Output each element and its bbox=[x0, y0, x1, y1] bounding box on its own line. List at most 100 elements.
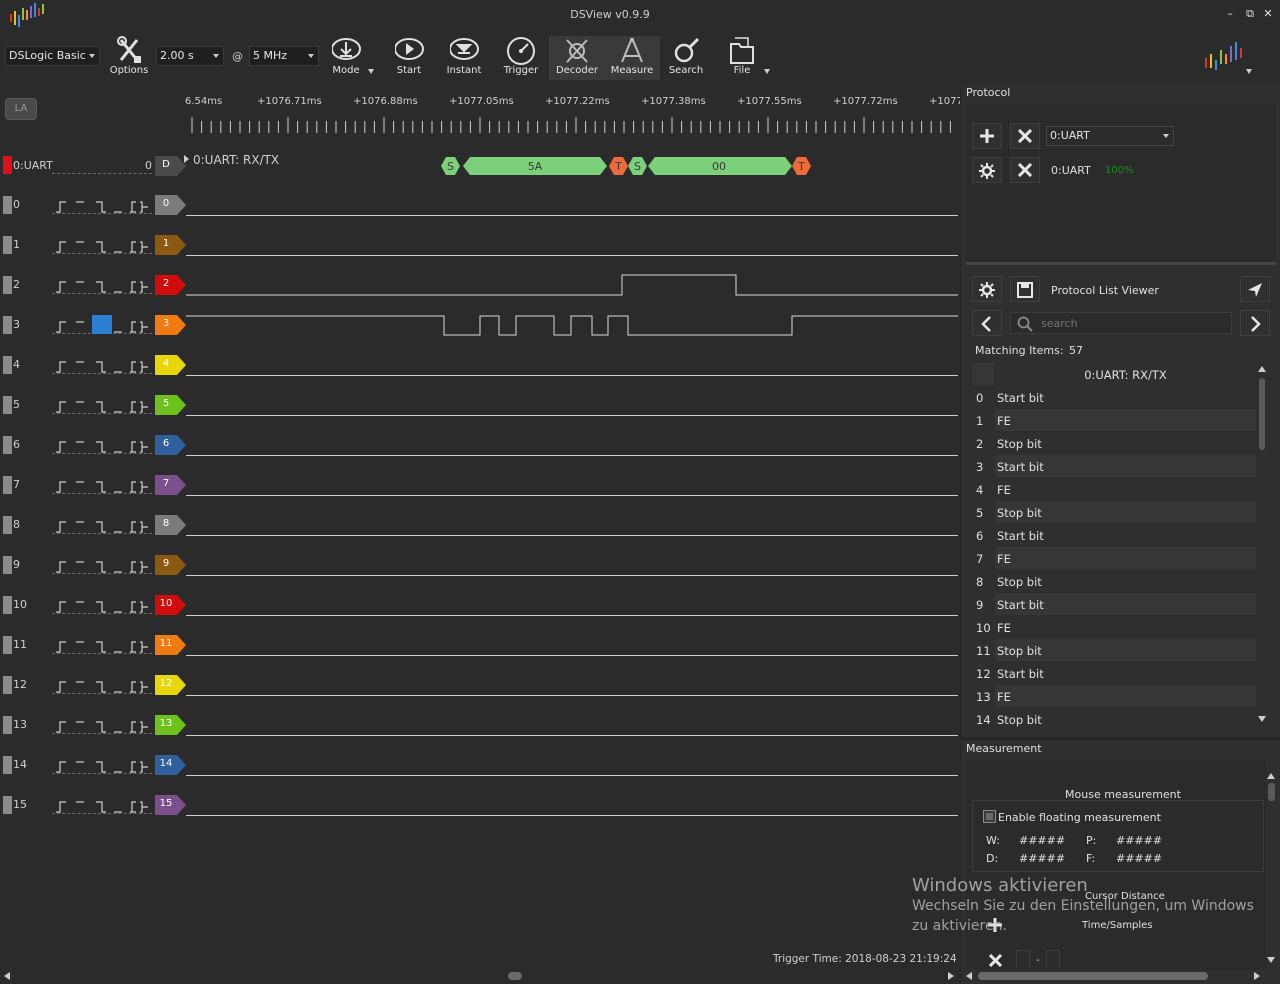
channel-handle[interactable] bbox=[3, 516, 12, 534]
channel-handle[interactable] bbox=[3, 396, 12, 414]
channel-tag[interactable]: 10 bbox=[155, 595, 186, 615]
channel-tag[interactable]: 13 bbox=[155, 715, 186, 735]
list-item[interactable]: 2 Stop bit bbox=[972, 432, 1256, 455]
channel-tag[interactable]: 7 bbox=[155, 475, 186, 495]
list-item[interactable]: 12 Start bit bbox=[972, 662, 1256, 685]
channel-trigger-selector[interactable] bbox=[52, 754, 152, 774]
close-window-button[interactable]: ✕ bbox=[1261, 6, 1275, 22]
list-item[interactable]: 14 Stop bit bbox=[972, 708, 1256, 731]
horizontal-scrollbar[interactable] bbox=[0, 968, 960, 984]
list-item[interactable]: 6 Start bit bbox=[972, 524, 1256, 547]
channel-tag[interactable]: 4 bbox=[155, 355, 186, 375]
la-mode-button[interactable]: LA bbox=[5, 98, 37, 120]
measure-scroll-thumb[interactable] bbox=[1268, 783, 1275, 801]
samplerate-select[interactable]: 5 MHz bbox=[249, 46, 319, 66]
remove-decoder-button[interactable] bbox=[1010, 123, 1040, 149]
floating-measurement-checkbox[interactable] bbox=[983, 810, 996, 823]
list-item[interactable]: 3 Start bit bbox=[972, 455, 1256, 478]
list-scroll-down-icon[interactable] bbox=[1258, 716, 1266, 722]
start-button[interactable]: Start bbox=[381, 36, 437, 80]
channel-trigger-selector[interactable] bbox=[52, 594, 152, 614]
channel-handle[interactable] bbox=[3, 316, 12, 334]
channel-handle[interactable] bbox=[3, 796, 12, 814]
cursor-start-field[interactable] bbox=[1016, 950, 1030, 968]
mode-button[interactable]: Mode bbox=[318, 36, 374, 80]
channel-trigger-selector[interactable] bbox=[52, 554, 152, 574]
channel-trigger-selector[interactable] bbox=[52, 274, 152, 294]
decoder-select[interactable]: 0:UART bbox=[1046, 126, 1174, 146]
list-item[interactable]: 8 Stop bit bbox=[972, 570, 1256, 593]
search-input[interactable] bbox=[1041, 315, 1226, 331]
trigger-button[interactable]: Trigger bbox=[493, 36, 549, 80]
measure-scroll-down-icon[interactable] bbox=[1267, 957, 1275, 963]
decoder-button[interactable]: Decoder bbox=[549, 36, 605, 80]
measure-scroll-left-icon[interactable] bbox=[966, 972, 972, 980]
scroll-left-icon[interactable] bbox=[4, 972, 10, 980]
restore-button[interactable]: ⧉ bbox=[1243, 6, 1257, 22]
options-button[interactable]: Options bbox=[101, 36, 157, 80]
channel-handle[interactable] bbox=[3, 436, 12, 454]
channel-handle[interactable] bbox=[3, 356, 12, 374]
list-item[interactable]: 10 FE bbox=[972, 616, 1256, 639]
channel-trigger-selector[interactable] bbox=[52, 394, 152, 414]
list-item[interactable]: 13 FE bbox=[972, 685, 1256, 708]
list-item[interactable]: 11 Stop bit bbox=[972, 639, 1256, 662]
list-item[interactable]: 1 FE bbox=[972, 409, 1256, 432]
measure-scroll-up-icon[interactable] bbox=[1267, 773, 1275, 779]
measure-hscrollbar[interactable] bbox=[962, 968, 1266, 984]
channel-tag[interactable]: 6 bbox=[155, 435, 186, 455]
channel-handle[interactable] bbox=[3, 556, 12, 574]
channel-trigger-selector[interactable] bbox=[52, 474, 152, 494]
duration-select[interactable]: 2.00 s bbox=[156, 46, 224, 66]
minimize-button[interactable]: – bbox=[1223, 6, 1237, 22]
channel-trigger-selector[interactable] bbox=[52, 514, 152, 534]
file-button[interactable]: File bbox=[714, 36, 770, 80]
list-scroll-thumb[interactable] bbox=[1259, 378, 1265, 450]
decoder-channel-handle[interactable] bbox=[3, 156, 12, 174]
list-scroll-up-icon[interactable] bbox=[1258, 366, 1266, 372]
file-dropdown-arrow-icon[interactable] bbox=[764, 69, 770, 74]
add-decoder-button[interactable] bbox=[972, 123, 1002, 149]
list-item[interactable]: 0 Start bit bbox=[972, 386, 1256, 409]
device-select[interactable]: DSLogic Basic bbox=[5, 46, 100, 66]
channel-tag[interactable]: 8 bbox=[155, 515, 186, 535]
measure-button[interactable]: Measure bbox=[604, 36, 660, 80]
menu-dropdown-arrow-icon[interactable] bbox=[1246, 69, 1252, 74]
channel-handle[interactable] bbox=[3, 276, 12, 294]
list-item[interactable]: 7 FE bbox=[972, 547, 1256, 570]
channel-handle[interactable] bbox=[3, 676, 12, 694]
channel-tag[interactable]: 0 bbox=[155, 195, 186, 215]
channel-tag[interactable]: 15 bbox=[155, 795, 186, 815]
instant-button[interactable]: Instant bbox=[436, 36, 492, 80]
decoder-tag[interactable]: D bbox=[155, 156, 186, 176]
channel-trigger-selector[interactable] bbox=[52, 354, 152, 374]
channel-tag[interactable]: 2 bbox=[155, 275, 186, 295]
collapse-arrow-icon[interactable] bbox=[184, 155, 189, 163]
channel-trigger-selector[interactable] bbox=[52, 634, 152, 654]
channel-handle[interactable] bbox=[3, 636, 12, 654]
list-item[interactable]: 4 FE bbox=[972, 478, 1256, 501]
scroll-thumb[interactable] bbox=[508, 972, 522, 980]
measure-scroll-right-icon[interactable] bbox=[1254, 972, 1260, 980]
save-list-button[interactable] bbox=[1010, 276, 1040, 302]
panel-splitter[interactable] bbox=[966, 262, 1276, 265]
channel-tag[interactable]: 3 bbox=[155, 315, 186, 335]
scroll-right-icon[interactable] bbox=[948, 972, 954, 980]
search-box[interactable] bbox=[1010, 312, 1232, 334]
channel-handle[interactable] bbox=[3, 196, 12, 214]
channel-tag[interactable]: 14 bbox=[155, 755, 186, 775]
mode-dropdown-arrow-icon[interactable] bbox=[368, 69, 374, 74]
channel-trigger-selector[interactable] bbox=[52, 194, 152, 214]
channel-trigger-selector[interactable] bbox=[52, 674, 152, 694]
channel-trigger-selector[interactable] bbox=[52, 714, 152, 734]
channel-tag[interactable]: 5 bbox=[155, 395, 186, 415]
navigate-button[interactable] bbox=[1240, 276, 1270, 302]
channel-handle[interactable] bbox=[3, 596, 12, 614]
cursor-end-field[interactable] bbox=[1046, 950, 1060, 968]
list-corner-cell[interactable] bbox=[972, 363, 994, 385]
channel-trigger-selector[interactable] bbox=[52, 234, 152, 254]
measure-hscroll-thumb[interactable] bbox=[978, 972, 1208, 980]
previous-match-button[interactable] bbox=[972, 310, 1002, 336]
channel-trigger-selector[interactable] bbox=[52, 794, 152, 814]
channel-handle[interactable] bbox=[3, 236, 12, 254]
